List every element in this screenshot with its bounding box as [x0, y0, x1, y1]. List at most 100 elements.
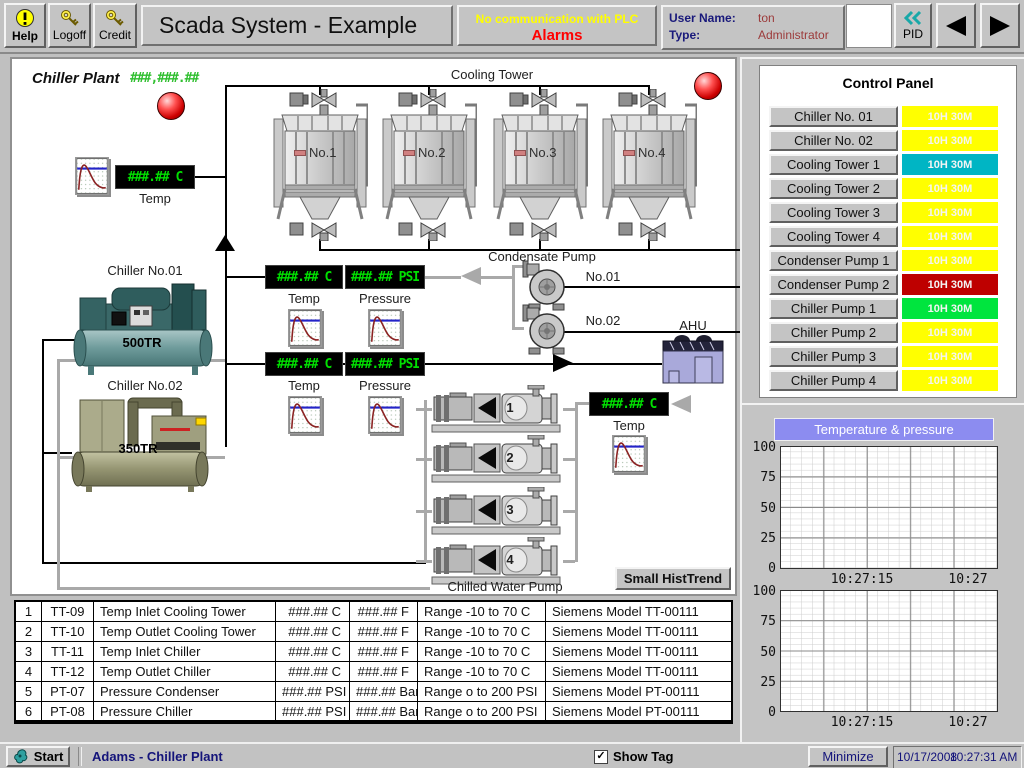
- show-tag-checkbox[interactable]: [594, 750, 608, 764]
- control-button-chiller-no-02[interactable]: Chiller No. 02: [769, 130, 898, 151]
- pipe: [563, 458, 575, 461]
- trend-chart-icon[interactable]: [288, 396, 322, 434]
- plant-temp-display: ###.## C: [115, 165, 195, 189]
- tag-id: TT-11: [42, 642, 94, 661]
- chiller-2-capacity: 350TR: [108, 441, 168, 456]
- cooling-tower-1[interactable]: [272, 89, 368, 241]
- control-button-cooling-tower-3[interactable]: Cooling Tower 3: [769, 202, 898, 223]
- table-row: 2 TT-10 Temp Outlet Cooling Tower ###.##…: [16, 622, 731, 642]
- x-tick: 10:27:15: [817, 572, 907, 587]
- help-button[interactable]: Help: [4, 3, 46, 48]
- cooling-tower-3[interactable]: [492, 89, 588, 241]
- tower-label: No.1: [294, 145, 336, 160]
- chilled-water-pump-4[interactable]: [430, 537, 563, 585]
- y-tick: 0: [746, 561, 776, 576]
- credit-label: Credit: [99, 28, 131, 42]
- chiller-plant-diagram: Chiller Plant ###,###.## Cooling Tower N…: [10, 57, 737, 596]
- chiller-1-label: Chiller No.01: [90, 263, 200, 278]
- control-button-cooling-tower-1[interactable]: Cooling Tower 1: [769, 154, 898, 175]
- pipe: [563, 510, 575, 513]
- next-page-button[interactable]: [980, 3, 1020, 48]
- runtime-chip: 10H 30M: [902, 298, 998, 319]
- trend-chart-icon[interactable]: [368, 309, 402, 347]
- tower-label: No.3: [514, 145, 556, 160]
- tower-label: No.4: [623, 145, 665, 160]
- chiller-1[interactable]: [72, 282, 214, 375]
- scada-window: Help Logoff Credit Scada System - Exampl…: [0, 0, 1024, 768]
- flow-arrow-up: [215, 235, 235, 251]
- model: Siemens Model TT-00111: [546, 642, 731, 661]
- page-title: Scada System - Example: [159, 12, 417, 39]
- row-index: 6: [16, 702, 42, 722]
- y-tick: 25: [746, 675, 776, 690]
- control-button-chiller-no-01[interactable]: Chiller No. 01: [769, 106, 898, 127]
- trend-chart-icon[interactable]: [612, 435, 646, 473]
- pump-number: 2: [498, 450, 522, 465]
- cooling-tower-section-label: Cooling Tower: [422, 67, 562, 82]
- condenser-temp-display: ###.## C: [265, 265, 343, 289]
- tag-description: Pressure Condenser: [94, 682, 276, 701]
- control-button-cooling-tower-4[interactable]: Cooling Tower 4: [769, 226, 898, 247]
- trend-chart-icon[interactable]: [75, 157, 109, 195]
- trend-chart-icon[interactable]: [368, 396, 402, 434]
- tag-id: PT-07: [42, 682, 94, 701]
- y-tick: 100: [746, 584, 776, 599]
- alarm-panel[interactable]: No communication with PLC Alarms: [457, 5, 657, 46]
- control-button-chiller-pump-1[interactable]: Chiller Pump 1: [769, 298, 898, 319]
- level-tick-icon: [514, 150, 526, 156]
- pid-button[interactable]: PID: [894, 3, 932, 48]
- chilled-water-pump-1[interactable]: [430, 385, 563, 433]
- divider: [78, 747, 82, 766]
- sensor-table: 1 TT-09 Temp Inlet Cooling Tower ###.## …: [14, 600, 733, 724]
- alarms-link[interactable]: Alarms: [459, 27, 655, 44]
- cooling-tower-4[interactable]: [601, 89, 697, 241]
- alarm-indicator-light: [694, 72, 722, 100]
- pump-number: 4: [498, 552, 522, 567]
- x-tick: 10:27: [938, 572, 998, 587]
- cooling-tower-2[interactable]: [381, 89, 477, 241]
- value-primary: ###.## C: [276, 622, 350, 641]
- previous-page-button[interactable]: [936, 3, 976, 48]
- range: Range -10 to 70 C: [418, 602, 546, 621]
- small-histtrend-button[interactable]: Small HistTrend: [615, 567, 731, 590]
- control-button-chiller-pump-2[interactable]: Chiller Pump 2: [769, 322, 898, 343]
- tag-description: Temp Outlet Cooling Tower: [94, 622, 276, 641]
- temp-display-label: Temp: [265, 378, 343, 393]
- tag-id: TT-10: [42, 622, 94, 641]
- user-name-value: ton: [758, 11, 775, 25]
- chiller-2-label: Chiller No.02: [90, 378, 200, 393]
- runtime-chip: 10H 30M: [902, 154, 998, 175]
- value-primary: ###.## C: [276, 602, 350, 621]
- chilled-water-pump-3[interactable]: [430, 487, 563, 535]
- control-button-condenser-pump-2[interactable]: Condenser Pump 2: [769, 274, 898, 295]
- user-type-label: Type:: [669, 28, 700, 42]
- logoff-button[interactable]: Logoff: [48, 3, 91, 48]
- condensate-pump-2[interactable]: [521, 303, 567, 355]
- control-button-condenser-pump-1[interactable]: Condenser Pump 1: [769, 250, 898, 271]
- x-tick: 10:27:15: [817, 715, 907, 730]
- chilled-water-pump-2[interactable]: [430, 435, 563, 483]
- control-button-cooling-tower-2[interactable]: Cooling Tower 2: [769, 178, 898, 199]
- control-button-chiller-pump-3[interactable]: Chiller Pump 3: [769, 346, 898, 367]
- pipe: [481, 276, 512, 279]
- chilled-pressure-display: ###.## PSI: [345, 352, 425, 376]
- credit-button[interactable]: Credit: [93, 3, 137, 48]
- tag-id: TT-12: [42, 662, 94, 681]
- start-button[interactable]: Start: [6, 746, 70, 767]
- minimize-button[interactable]: Minimize: [808, 746, 888, 767]
- tag-id: TT-09: [42, 602, 94, 621]
- pipe: [424, 400, 427, 562]
- pipe: [423, 276, 461, 279]
- ahu-unit[interactable]: [662, 333, 724, 385]
- pid-label: PID: [903, 27, 923, 41]
- help-label: Help: [12, 29, 38, 43]
- range: Range -10 to 70 C: [418, 642, 546, 661]
- control-panel-inner: Control Panel Chiller No. 01 10H 30M Chi…: [759, 65, 1017, 398]
- table-row: 1 TT-09 Temp Inlet Cooling Tower ###.## …: [16, 602, 731, 622]
- y-tick: 75: [746, 614, 776, 629]
- trend-chart-2: [780, 590, 998, 712]
- y-tick: 0: [746, 705, 776, 720]
- control-button-chiller-pump-4[interactable]: Chiller Pump 4: [769, 370, 898, 391]
- window-title-panel: Scada System - Example: [141, 5, 453, 46]
- trend-chart-icon[interactable]: [288, 309, 322, 347]
